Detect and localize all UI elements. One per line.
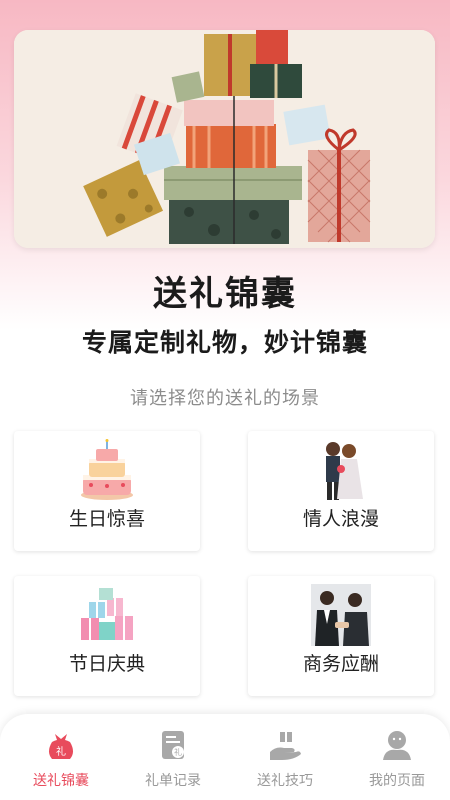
nav-item-my-page[interactable]: 我的页面 [341, 728, 450, 794]
nav-label: 礼单记录 [145, 773, 201, 789]
birthday-cake-icon [77, 439, 137, 501]
nav-item-gift-tips[interactable]: 礼 送礼锦囊 [5, 728, 117, 794]
svg-text:礼: 礼 [174, 747, 182, 757]
user-icon [380, 728, 414, 762]
couple-icon [311, 439, 371, 501]
scene-card-festival[interactable]: 节日庆典 [14, 576, 200, 696]
nav-label: 送礼锦囊 [33, 773, 89, 789]
app-subtitle: 专属定制礼物，妙计锦囊 [81, 328, 368, 357]
scene-card-romance[interactable]: 情人浪漫 [248, 431, 434, 551]
app-title: 送礼锦囊 [153, 274, 297, 314]
business-handshake-icon [311, 584, 371, 646]
document-icon: 礼 [156, 728, 190, 762]
scene-label: 生日惊喜 [68, 508, 145, 530]
hero-banner [14, 30, 435, 248]
svg-text:礼: 礼 [56, 745, 66, 758]
gift-bag-icon: 礼 [44, 728, 78, 762]
scene-label: 节日庆典 [68, 653, 145, 675]
nav-item-gift-skills[interactable]: 送礼技巧 [229, 728, 341, 794]
gift-boxes-illustration [14, 30, 435, 248]
bottom-nav: 礼 送礼锦囊 礼 礼单记录 送礼技巧 我的页面 [0, 714, 450, 800]
scene-prompt: 请选择您的送礼的场景 [130, 388, 320, 409]
nav-label: 送礼技巧 [257, 773, 313, 789]
scene-card-business[interactable]: 商务应酬 [248, 576, 434, 696]
scene-label: 情人浪漫 [302, 508, 379, 530]
hand-gift-icon [268, 728, 302, 762]
nav-item-gift-records[interactable]: 礼 礼单记录 [117, 728, 229, 794]
gift-pile-icon [77, 584, 137, 646]
scene-label: 商务应酬 [302, 653, 379, 675]
nav-label: 我的页面 [369, 773, 425, 789]
scene-card-birthday[interactable]: 生日惊喜 [14, 431, 200, 551]
